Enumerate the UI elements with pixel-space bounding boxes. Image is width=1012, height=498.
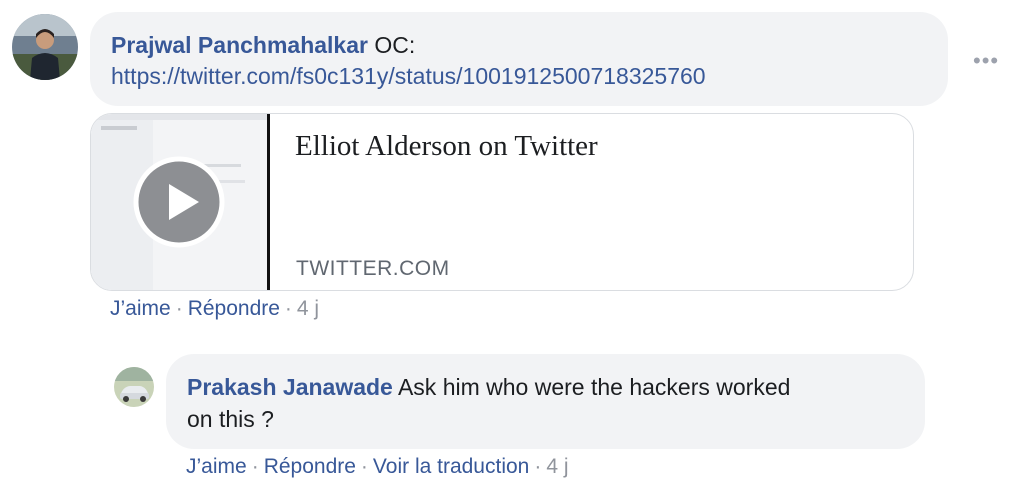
reply-text-line1: Ask him who were the hackers worked — [397, 374, 791, 400]
comment-body: Prajwal Panchmahalkar OC: — [111, 30, 931, 61]
comment-link-text[interactable]: https://twitter.com/fs0c131y/status/1001… — [111, 63, 706, 89]
separator: · — [534, 455, 542, 478]
reply-actions: J’aime · Répondre · Voir la traduction · 4 j — [186, 455, 569, 479]
ellipsis-icon[interactable]: ••• — [973, 50, 999, 72]
reply-author[interactable]: Prakash Janawade — [187, 374, 393, 400]
separator: · — [284, 297, 292, 320]
comment-actions: J’aime · Répondre · 4 j — [110, 297, 319, 321]
comment-prefix: OC: — [374, 32, 416, 58]
separator: · — [360, 455, 368, 478]
play-icon[interactable] — [133, 156, 225, 248]
reply-body: Prakash Janawade Ask him who were the ha… — [187, 372, 907, 403]
translate-button[interactable]: Voir la traduction — [373, 455, 529, 478]
comment-link[interactable]: https://twitter.com/fs0c131y/status/1001… — [111, 61, 706, 92]
like-button[interactable]: J’aime — [186, 455, 247, 478]
reply-button[interactable]: Répondre — [264, 455, 356, 478]
separator: · — [251, 455, 259, 478]
comment-author[interactable]: Prajwal Panchmahalkar — [111, 32, 368, 58]
preview-domain: TWITTER.COM — [296, 257, 450, 280]
timestamp[interactable]: 4 j — [297, 297, 319, 320]
reply-text-line2: on this ? — [187, 406, 274, 432]
separator: · — [175, 297, 183, 320]
reply-avatar[interactable] — [114, 367, 154, 407]
avatar[interactable] — [12, 14, 78, 80]
timestamp[interactable]: 4 j — [546, 455, 568, 478]
video-thumbnail[interactable] — [91, 114, 270, 290]
reply-button[interactable]: Répondre — [188, 297, 280, 320]
preview-title[interactable]: Elliot Alderson on Twitter — [295, 130, 598, 163]
link-preview-card[interactable]: Elliot Alderson on Twitter TWITTER.COM — [90, 113, 914, 291]
like-button[interactable]: J’aime — [110, 297, 171, 320]
